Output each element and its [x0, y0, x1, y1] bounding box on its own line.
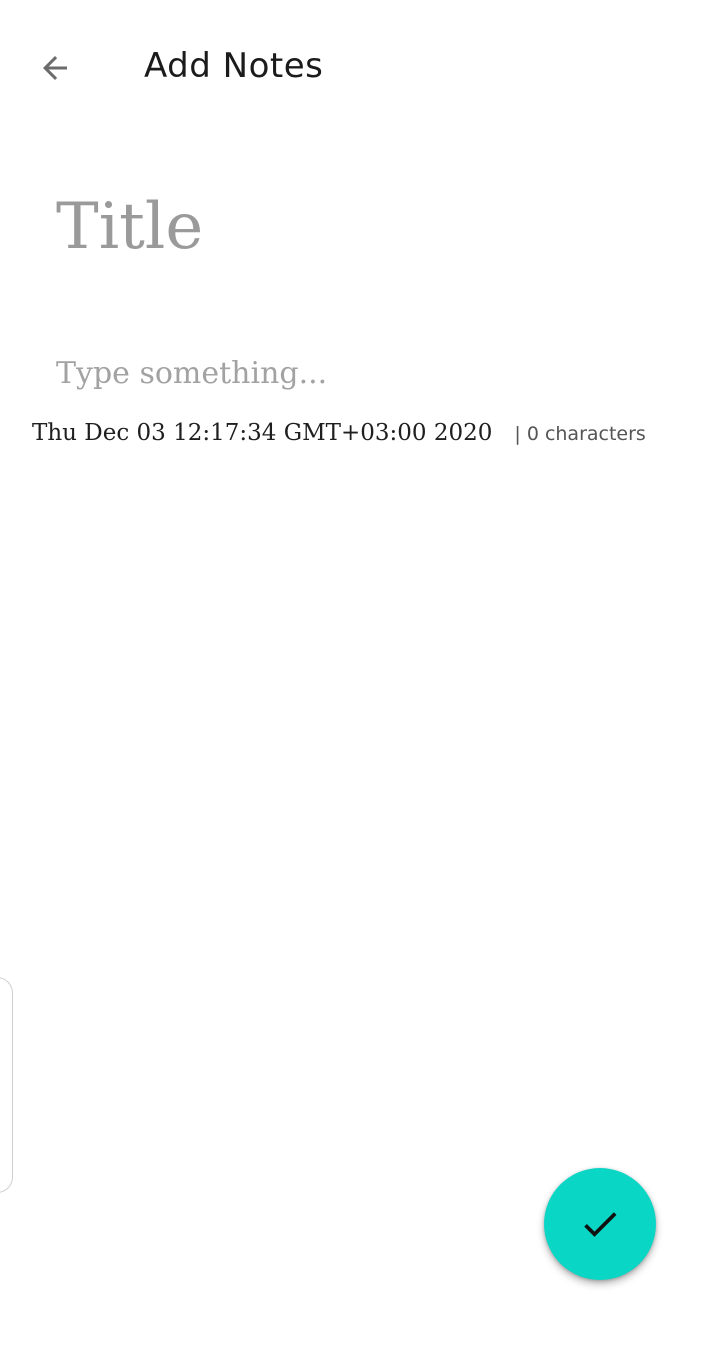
save-note-button[interactable]	[544, 1168, 656, 1280]
note-meta-row: Thu Dec 03 12:17:34 GMT+03:00 2020 | 0 c…	[32, 420, 646, 446]
page-title: Add Notes	[144, 46, 324, 86]
character-count: | 0 characters	[514, 423, 646, 445]
check-icon	[584, 1212, 617, 1237]
note-timestamp: Thu Dec 03 12:17:34 GMT+03:00 2020	[32, 420, 493, 446]
note-title-input[interactable]	[56, 190, 676, 264]
back-button[interactable]	[25, 40, 85, 96]
edge-panel-handle[interactable]	[0, 977, 13, 1193]
app-bar: Add Notes	[0, 0, 720, 140]
arrow-left-icon	[43, 56, 67, 80]
note-body-input[interactable]	[56, 356, 676, 404]
